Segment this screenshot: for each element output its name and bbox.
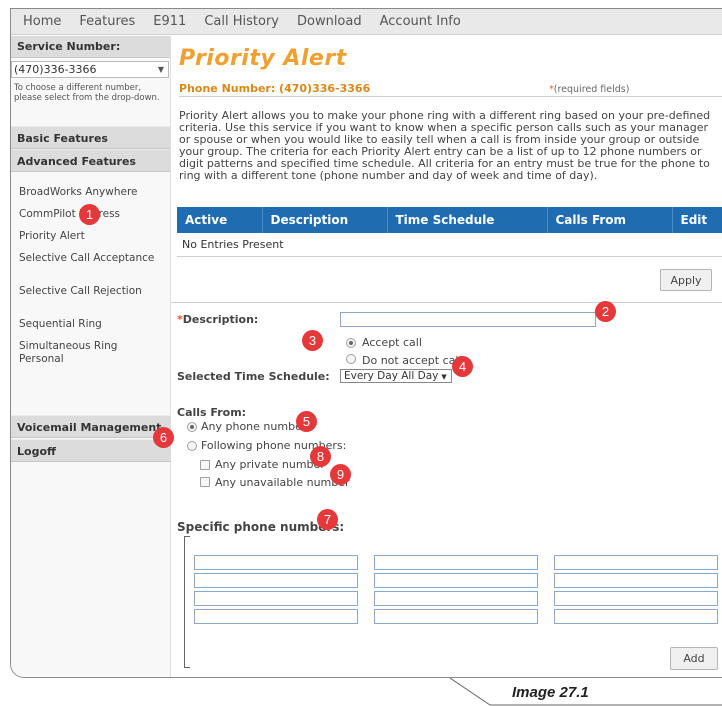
nav-account-info[interactable]: Account Info — [380, 14, 461, 29]
phone-number-input-9[interactable] — [554, 591, 718, 606]
priority-alert-table: Active Description Time Schedule Calls F… — [177, 207, 722, 257]
browser-frame: Home Features E911 Call History Download… — [10, 8, 722, 678]
annotation-badge-2: 2 — [595, 301, 616, 322]
sidebar-item-priority-alert[interactable]: Priority Alert — [19, 230, 170, 243]
phone-number-input-8[interactable] — [374, 591, 538, 606]
annotation-badge-6: 6 — [153, 427, 174, 448]
top-nav: Home Features E911 Call History Download… — [11, 9, 722, 35]
image-caption: Image 27.1 — [512, 684, 589, 701]
service-number-value: (470)336-3366 — [14, 63, 97, 76]
annotation-badge-7: 7 — [317, 509, 338, 530]
main-content: Priority Alert Phone Number: (470)336-33… — [171, 36, 722, 677]
phone-number-bar: Phone Number: (470)336-3366 *(required f… — [179, 79, 722, 97]
phone-number-input-3[interactable] — [554, 555, 718, 570]
required-text: (required fields) — [553, 84, 630, 95]
nav-features[interactable]: Features — [79, 14, 135, 29]
annotation-badge-8: 8 — [310, 446, 331, 467]
do-not-accept-call-radio[interactable] — [346, 354, 356, 364]
time-schedule-select[interactable]: Every Day All Day ▼ — [340, 369, 452, 383]
phone-number-input-7[interactable] — [194, 591, 358, 606]
sidebar: Service Number: (470)336-3366 ▼ To choos… — [11, 36, 171, 677]
sidebar-item-selective-call-acceptance[interactable]: Selective Call Acceptance — [19, 252, 170, 265]
description-label: *Description: — [177, 313, 258, 326]
phone-number-input-6[interactable] — [554, 573, 718, 588]
phone-number-input-2[interactable] — [374, 555, 538, 570]
add-button[interactable]: Add — [670, 647, 718, 670]
annotation-badge-9: 9 — [330, 464, 351, 485]
any-phone-number-label: Any phone number — [201, 420, 307, 433]
service-number-hint: To choose a different number, please sel… — [14, 83, 160, 103]
chevron-down-icon: ▼ — [157, 65, 164, 74]
calls-from-label: Calls From: — [177, 406, 247, 419]
sidebar-item-broadworks-anywhere[interactable]: BroadWorks Anywhere — [19, 186, 170, 199]
accept-call-label: Accept call — [362, 336, 422, 349]
phone-numbers-bracket — [184, 536, 190, 668]
required-fields-note: *(required fields) — [549, 84, 629, 95]
service-number-header: Service Number: — [11, 36, 170, 58]
accept-call-radio[interactable] — [346, 338, 356, 348]
advanced-features-list: BroadWorks Anywhere CommPilot Express Pr… — [11, 172, 170, 366]
sidebar-logoff[interactable]: Logoff — [11, 439, 171, 462]
phone-number-input-12[interactable] — [554, 609, 718, 624]
table-row: No Entries Present — [177, 233, 722, 257]
any-private-number-label: Any private number — [215, 458, 325, 471]
phone-number-input-10[interactable] — [194, 609, 358, 624]
annotation-badge-4: 4 — [452, 356, 473, 377]
sidebar-item-sequential-ring[interactable]: Sequential Ring — [19, 318, 170, 331]
col-time-schedule[interactable]: Time Schedule — [387, 207, 548, 233]
empty-table-message: No Entries Present — [177, 233, 722, 257]
service-number-select[interactable]: (470)336-3366 ▼ — [11, 61, 169, 78]
chevron-down-icon: ▼ — [441, 373, 447, 381]
any-phone-number-radio[interactable] — [187, 422, 197, 432]
nav-home[interactable]: Home — [23, 14, 61, 29]
annotation-badge-3: 3 — [302, 330, 323, 351]
following-numbers-radio[interactable] — [187, 441, 197, 451]
do-not-accept-call-label: Do not accept call — [362, 354, 462, 367]
sidebar-voicemail-management[interactable]: Voicemail Management — [11, 415, 171, 438]
phone-number-label: Phone Number: (470)336-3366 — [179, 82, 371, 95]
time-schedule-label: Selected Time Schedule: — [177, 370, 330, 383]
phone-number-input-11[interactable] — [374, 609, 538, 624]
annotation-badge-1: 1 — [79, 204, 100, 225]
phone-number-input-1[interactable] — [194, 555, 358, 570]
page-title: Priority Alert — [179, 46, 347, 71]
sidebar-item-simultaneous-ring-personal[interactable]: Simultaneous Ring Personal — [19, 340, 139, 366]
phone-number-input-5[interactable] — [374, 573, 538, 588]
col-active[interactable]: Active — [177, 207, 263, 233]
col-calls-from[interactable]: Calls From — [547, 207, 673, 233]
table-header-row: Active Description Time Schedule Calls F… — [177, 207, 722, 233]
intro-text: Priority Alert allows you to make your p… — [179, 109, 711, 182]
col-description[interactable]: Description — [262, 207, 388, 233]
any-private-number-checkbox[interactable] — [200, 460, 210, 470]
nav-download[interactable]: Download — [297, 14, 362, 29]
nav-e911[interactable]: E911 — [153, 14, 186, 29]
col-edit[interactable]: Edit — [672, 207, 722, 233]
any-unavailable-number-label: Any unavailable number — [215, 476, 350, 489]
section-divider — [171, 302, 722, 303]
annotation-badge-5: 5 — [296, 411, 317, 432]
apply-button[interactable]: Apply — [660, 269, 712, 291]
any-unavailable-number-checkbox[interactable] — [200, 477, 210, 487]
time-schedule-value: Every Day All Day — [344, 370, 439, 382]
sidebar-basic-features[interactable]: Basic Features — [11, 126, 170, 149]
nav-call-history[interactable]: Call History — [204, 14, 279, 29]
description-label-text: Description: — [182, 313, 259, 326]
sidebar-advanced-features[interactable]: Advanced Features — [11, 149, 170, 172]
sidebar-item-selective-call-rejection[interactable]: Selective Call Rejection — [19, 285, 170, 298]
description-input[interactable] — [340, 312, 596, 327]
phone-number-input-4[interactable] — [194, 573, 358, 588]
